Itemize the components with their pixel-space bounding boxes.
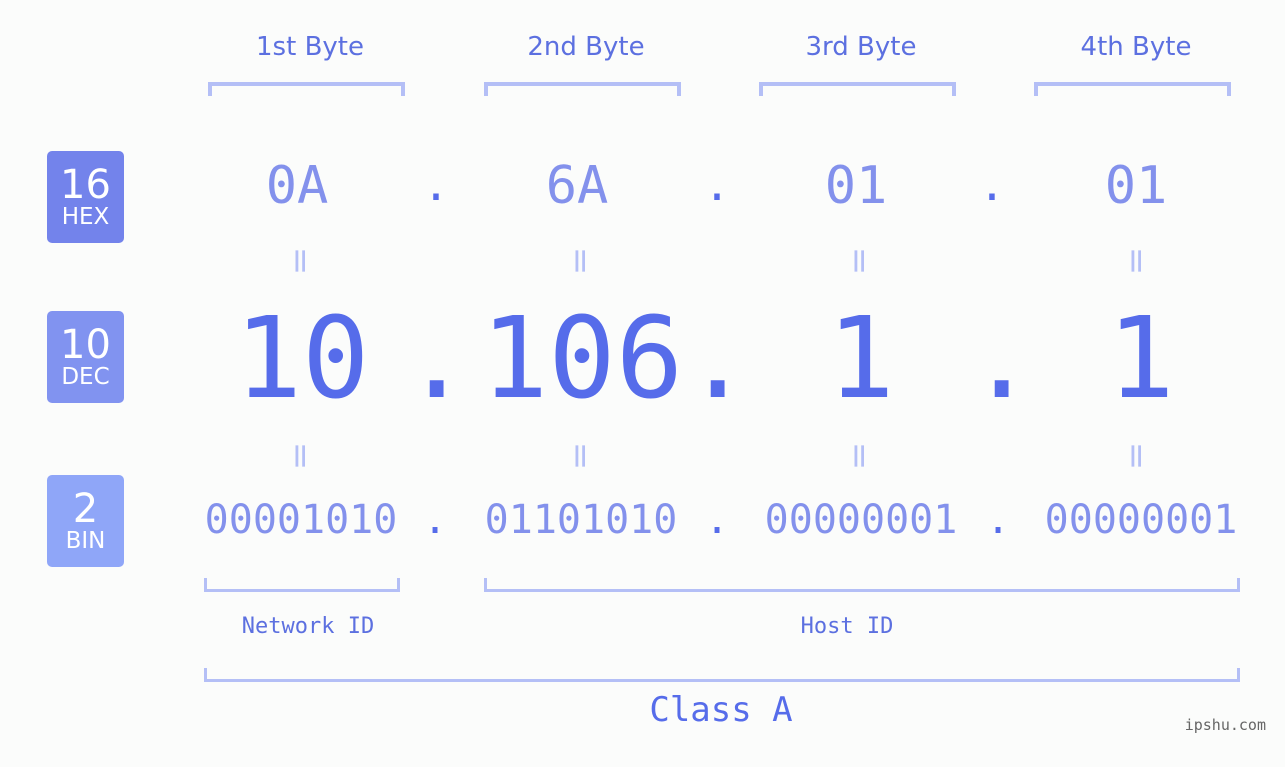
hex-badge-label: HEX: [61, 204, 110, 230]
dec-byte-3: 1: [827, 294, 895, 424]
watermark: ipshu.com: [1184, 716, 1266, 734]
dec-badge-label: DEC: [61, 364, 110, 390]
bin-byte-3: 00000001: [764, 497, 958, 543]
equals-sign: =: [560, 441, 600, 471]
equals-sign: =: [839, 441, 879, 471]
bin-badge-label: BIN: [65, 528, 106, 554]
bin-badge-number: 2: [72, 486, 99, 532]
equals-sign: =: [280, 246, 320, 276]
class-bracket: [204, 668, 1240, 682]
equals-sign: =: [1116, 246, 1156, 276]
hex-separator-2: .: [703, 160, 731, 211]
bin-separator-3: .: [985, 497, 1011, 543]
byte-header-3: 3rd Byte: [805, 32, 917, 62]
byte-bracket-2: [484, 82, 681, 96]
class-label: Class A: [649, 690, 793, 730]
equals-sign: =: [560, 246, 600, 276]
bin-byte-1: 00001010: [204, 497, 398, 543]
byte-bracket-3: [759, 82, 956, 96]
dec-byte-4: 1: [1107, 294, 1175, 424]
hex-separator-1: .: [422, 160, 450, 211]
hex-badge-number: 16: [60, 162, 111, 208]
byte-bracket-1: [208, 82, 405, 96]
hex-byte-1: 0A: [265, 156, 329, 216]
dec-byte-1: 10: [234, 294, 370, 424]
byte-header-1: 1st Byte: [256, 32, 364, 62]
byte-header-2: 2nd Byte: [527, 32, 645, 62]
host-id-bracket: [484, 578, 1240, 592]
bin-separator-1: .: [422, 497, 448, 543]
bin-separator-2: .: [704, 497, 730, 543]
hex-separator-3: .: [978, 160, 1006, 211]
hex-byte-2: 6A: [545, 156, 609, 216]
dec-badge-number: 10: [60, 322, 111, 368]
hex-badge: 16 HEX: [47, 151, 124, 243]
host-id-label: Host ID: [800, 614, 894, 639]
byte-bracket-4: [1034, 82, 1231, 96]
network-id-bracket: [204, 578, 400, 592]
network-id-label: Network ID: [241, 614, 375, 639]
equals-sign: =: [839, 246, 879, 276]
bin-badge: 2 BIN: [47, 475, 124, 567]
equals-sign: =: [280, 441, 320, 471]
bin-byte-4: 00000001: [1044, 497, 1238, 543]
dec-badge: 10 DEC: [47, 311, 124, 403]
dec-byte-2: 106: [480, 294, 684, 424]
byte-header-4: 4th Byte: [1080, 32, 1192, 62]
hex-byte-3: 01: [824, 156, 888, 216]
hex-byte-4: 01: [1104, 156, 1168, 216]
bin-byte-2: 01101010: [484, 497, 678, 543]
equals-sign: =: [1116, 441, 1156, 471]
